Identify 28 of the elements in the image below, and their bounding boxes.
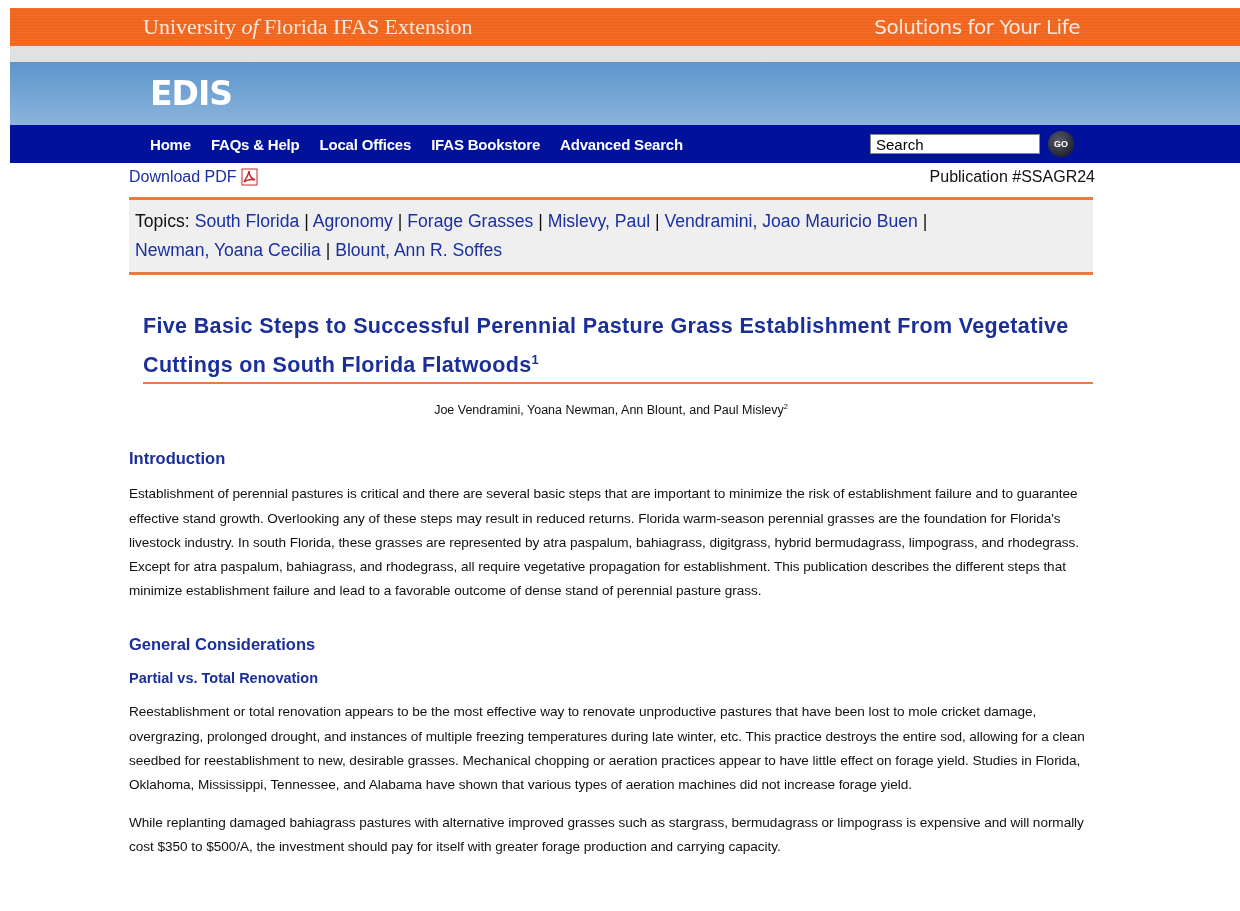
nav-link[interactable]: FAQs & Help	[210, 135, 300, 153]
topic-link[interactable]: Blount, Ann R. Soffes	[335, 240, 503, 260]
nav-link[interactable]: Home	[150, 135, 191, 153]
topic-link[interactable]: Newman, Yoana Cecilia	[135, 240, 321, 260]
article-title: Five Basic Steps to Successful Perennial Pasture Grass Establishment From Vegetative Cuttings on South Florida Flatwoods$^{1}$	[143, 309, 1093, 385]
nav-link[interactable]: Advanced Search	[560, 135, 683, 153]
search-field[interactable]: Search	[870, 134, 1040, 154]
subsection-heading: Partial vs. Total Renovation	[129, 670, 320, 687]
download-pdf-link[interactable]: Download PDF	[129, 168, 258, 186]
nav-link[interactable]: Local Offices	[319, 135, 412, 153]
topic-link[interactable]: Forage Grasses	[407, 211, 534, 231]
section-heading: Introduction	[129, 449, 227, 469]
publication-number: Publication #SSAGR24	[929, 168, 1095, 186]
article-authors: Joe Vendramini, Yoana Newman, Ann Blount, and Paul Mislevy$^{2}$	[433, 402, 789, 418]
topic-link[interactable]: Mislevy, Paul	[547, 211, 651, 231]
section-heading: General Considerations	[129, 635, 317, 655]
banner-tagline: Solutions for Your Life	[874, 15, 1080, 39]
body-paragraph: Reestablishment or total renovation appears to be the most effective way to renovate unproductive pastures that have been lost to mole cricket damage, overgrazing, prolonged drought, and instances of multiple freezing temperatures during late winter, etc. This practice destroys the entire sod, allowing for a clean seedbed for reestablishment to new, desirable grasses. Mechanical chopping or aeration practices appear to have little effect on forage yield. Studies in Florida, Oklahoma, Mississippi, Tennessee, and Alabama have shown that various types of aeration machines did not increase forage yield.	[129, 703, 1086, 794]
banner-title: University of Florida IFAS Extension	[143, 14, 473, 40]
pdf-icon	[240, 168, 258, 186]
topic-link[interactable]: South Florida	[194, 211, 300, 231]
topic-link[interactable]: Agronomy	[312, 211, 393, 231]
topic-link[interactable]: Vendramini, Joao Mauricio Buen	[664, 211, 918, 231]
body-paragraph: While replanting damaged bahiagrass pastures with alternative improved grasses such as stargrass, bermudagrass or limpograss is expensive and will normally cost $350 to $500/A, the investment should pay for itself with greater forage production and carrying capacity.	[129, 814, 1085, 857]
go-button[interactable]: GO	[1048, 131, 1074, 157]
body-paragraph: Establishment of perennial pastures is critical and there are several basic steps that are important to minimize the risk of establishment failure and to guarantee effective stand growth. Overlooking any of these steps may result in reduced returns. Florida warm-season perennial grasses are the foundation for Florida's livestock industry. In south Florida, these grasses are represented by atra paspalum, bahiagrass, digitgrass, hybrid bermudagrass, limpograss, and rhodegrass. Except for atra paspalum, bahiagrass, and rhodegrass, all require vegetative propagation for establishment. This publication describes the different steps that minimize establishment failure and lead to a favorable outcome of dense stand of perennial pasture grass.	[129, 485, 1080, 601]
site-name: EDIS	[150, 74, 232, 113]
nav-link[interactable]: IFAS Bookstore	[431, 135, 541, 153]
